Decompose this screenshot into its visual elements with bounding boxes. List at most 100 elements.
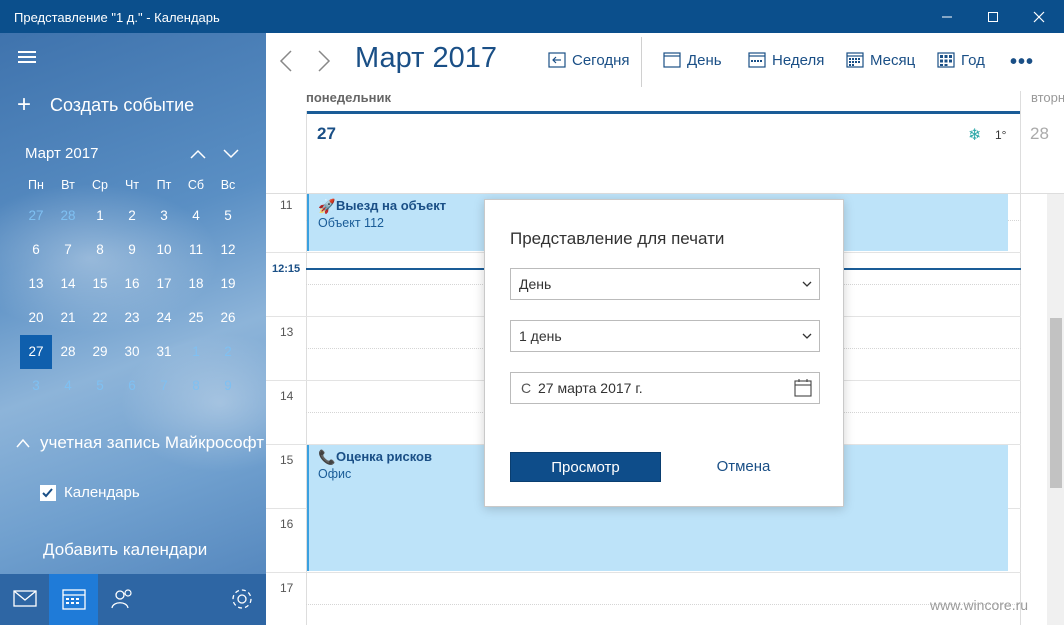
range-select[interactable]: 1 день <box>510 320 820 352</box>
minimize-icon <box>942 16 952 18</box>
event-location: Офис <box>318 467 352 481</box>
day-cell[interactable]: 27 <box>20 199 52 233</box>
hour-label: 17 <box>280 581 294 595</box>
day-cell[interactable]: 6 <box>20 233 52 267</box>
close-button[interactable] <box>1016 0 1062 33</box>
account-toggle[interactable]: учетная запись Майкрософт <box>16 433 264 453</box>
mail-button[interactable] <box>0 574 49 625</box>
day-view-icon <box>663 52 681 68</box>
mini-calendar-prev-button[interactable] <box>188 145 208 163</box>
day-cell[interactable]: 8 <box>84 233 116 267</box>
day-cell[interactable]: 4 <box>180 199 212 233</box>
chevron-up-icon <box>190 149 206 159</box>
day-cell[interactable]: 7 <box>148 369 180 403</box>
maximize-icon <box>988 12 998 22</box>
previous-button[interactable] <box>278 49 294 73</box>
new-event-button[interactable]: + Создать событие <box>17 91 247 121</box>
view-type-select[interactable]: День <box>510 268 820 300</box>
day-cell[interactable]: 3 <box>148 199 180 233</box>
calendar-icon <box>62 589 86 610</box>
day-cell[interactable]: 14 <box>52 267 84 301</box>
day-cell[interactable]: 1 <box>180 335 212 369</box>
day-cell[interactable]: 8 <box>180 369 212 403</box>
settings-button[interactable] <box>217 574 266 625</box>
day-cell[interactable]: 16 <box>116 267 148 301</box>
day-cell[interactable]: 15 <box>84 267 116 301</box>
day-cell[interactable]: 9 <box>116 233 148 267</box>
next-button[interactable] <box>316 49 332 73</box>
weekday-label: Вс <box>220 178 236 192</box>
day-cell[interactable]: 5 <box>84 369 116 403</box>
month-view-icon <box>846 52 864 68</box>
day-cell[interactable]: 31 <box>148 335 180 369</box>
day-cell[interactable]: 30 <box>116 335 148 369</box>
start-date-picker[interactable]: С 27 марта 2017 г. <box>510 372 820 404</box>
day-cell[interactable]: 24 <box>148 301 180 335</box>
day-cell[interactable]: 11 <box>180 233 212 267</box>
preview-button[interactable]: Просмотр <box>510 452 661 482</box>
weekday-label: Ср <box>92 178 108 192</box>
weekday-label: Пн <box>28 178 44 192</box>
cancel-button[interactable]: Отмена <box>675 452 812 482</box>
day-cell[interactable]: 23 <box>116 301 148 335</box>
date-value: 27 марта 2017 г. <box>538 380 643 396</box>
weekday-header-next: вторник <box>1031 90 1064 105</box>
day-cell[interactable]: 5 <box>212 199 244 233</box>
calendar-icon <box>794 379 812 397</box>
day-cell[interactable]: 19 <box>212 267 244 301</box>
gear-icon <box>232 589 252 609</box>
day-cell[interactable]: 29 <box>84 335 116 369</box>
day-cell[interactable]: 2 <box>116 199 148 233</box>
week-row: 3 4 5 6 7 8 9 <box>20 369 244 403</box>
week-view-icon <box>748 52 766 68</box>
day-cell[interactable]: 3 <box>20 369 52 403</box>
mini-calendar-next-button[interactable] <box>221 145 241 163</box>
add-calendars-link[interactable]: Добавить календари <box>43 540 207 560</box>
day-cell[interactable]: 9 <box>212 369 244 403</box>
day-cell[interactable]: 1 <box>84 199 116 233</box>
minimize-button[interactable] <box>924 0 970 33</box>
scrollbar-thumb[interactable] <box>1050 318 1062 488</box>
half-hour-line <box>306 604 1021 605</box>
chevron-left-icon <box>279 50 292 72</box>
day-cell[interactable]: 17 <box>148 267 180 301</box>
day-cell[interactable]: 13 <box>20 267 52 301</box>
maximize-button[interactable] <box>970 0 1016 33</box>
mini-calendar-month[interactable]: Март 2017 <box>25 145 98 162</box>
phone-icon: 📞 <box>318 449 336 465</box>
day-cell[interactable]: 10 <box>148 233 180 267</box>
day-cell[interactable]: 22 <box>84 301 116 335</box>
page-title[interactable]: Март 2017 <box>355 42 497 75</box>
day-cell[interactable]: 26 <box>212 301 244 335</box>
day-number-next[interactable]: 28 <box>1030 124 1049 144</box>
view-type-value: День <box>519 276 552 292</box>
date-prefix: С <box>521 380 532 396</box>
title-bar: Представление "1 д." - Календарь <box>0 0 1064 33</box>
today-indicator-bar <box>306 111 1021 114</box>
hour-label: 13 <box>280 325 294 339</box>
current-time-label: 12:15 <box>272 263 301 275</box>
calendar-app-button[interactable] <box>49 574 98 625</box>
day-cell[interactable]: 28 <box>52 199 84 233</box>
people-button[interactable] <box>98 574 147 625</box>
day-cell[interactable]: 21 <box>52 301 84 335</box>
day-cell[interactable]: 20 <box>20 301 52 335</box>
more-options-button[interactable]: ••• <box>1010 51 1034 74</box>
checkbox[interactable] <box>40 485 56 501</box>
week-row: 27 28 1 2 3 4 5 <box>20 199 244 233</box>
hour-label: 11 <box>280 198 293 212</box>
app-switcher-bar <box>0 574 266 625</box>
day-cell[interactable]: 25 <box>180 301 212 335</box>
day-cell-selected[interactable]: 27 <box>20 335 52 369</box>
hamburger-menu-icon[interactable] <box>18 51 36 63</box>
day-cell[interactable]: 12 <box>212 233 244 267</box>
day-cell[interactable]: 28 <box>52 335 84 369</box>
day-cell[interactable]: 7 <box>52 233 84 267</box>
day-cell[interactable]: 2 <box>212 335 244 369</box>
hour-label: 14 <box>280 389 294 403</box>
day-cell[interactable]: 4 <box>52 369 84 403</box>
day-cell[interactable]: 6 <box>116 369 148 403</box>
week-row: 20 21 22 23 24 25 26 <box>20 301 244 335</box>
day-cell[interactable]: 18 <box>180 267 212 301</box>
day-number[interactable]: 27 <box>317 124 336 144</box>
